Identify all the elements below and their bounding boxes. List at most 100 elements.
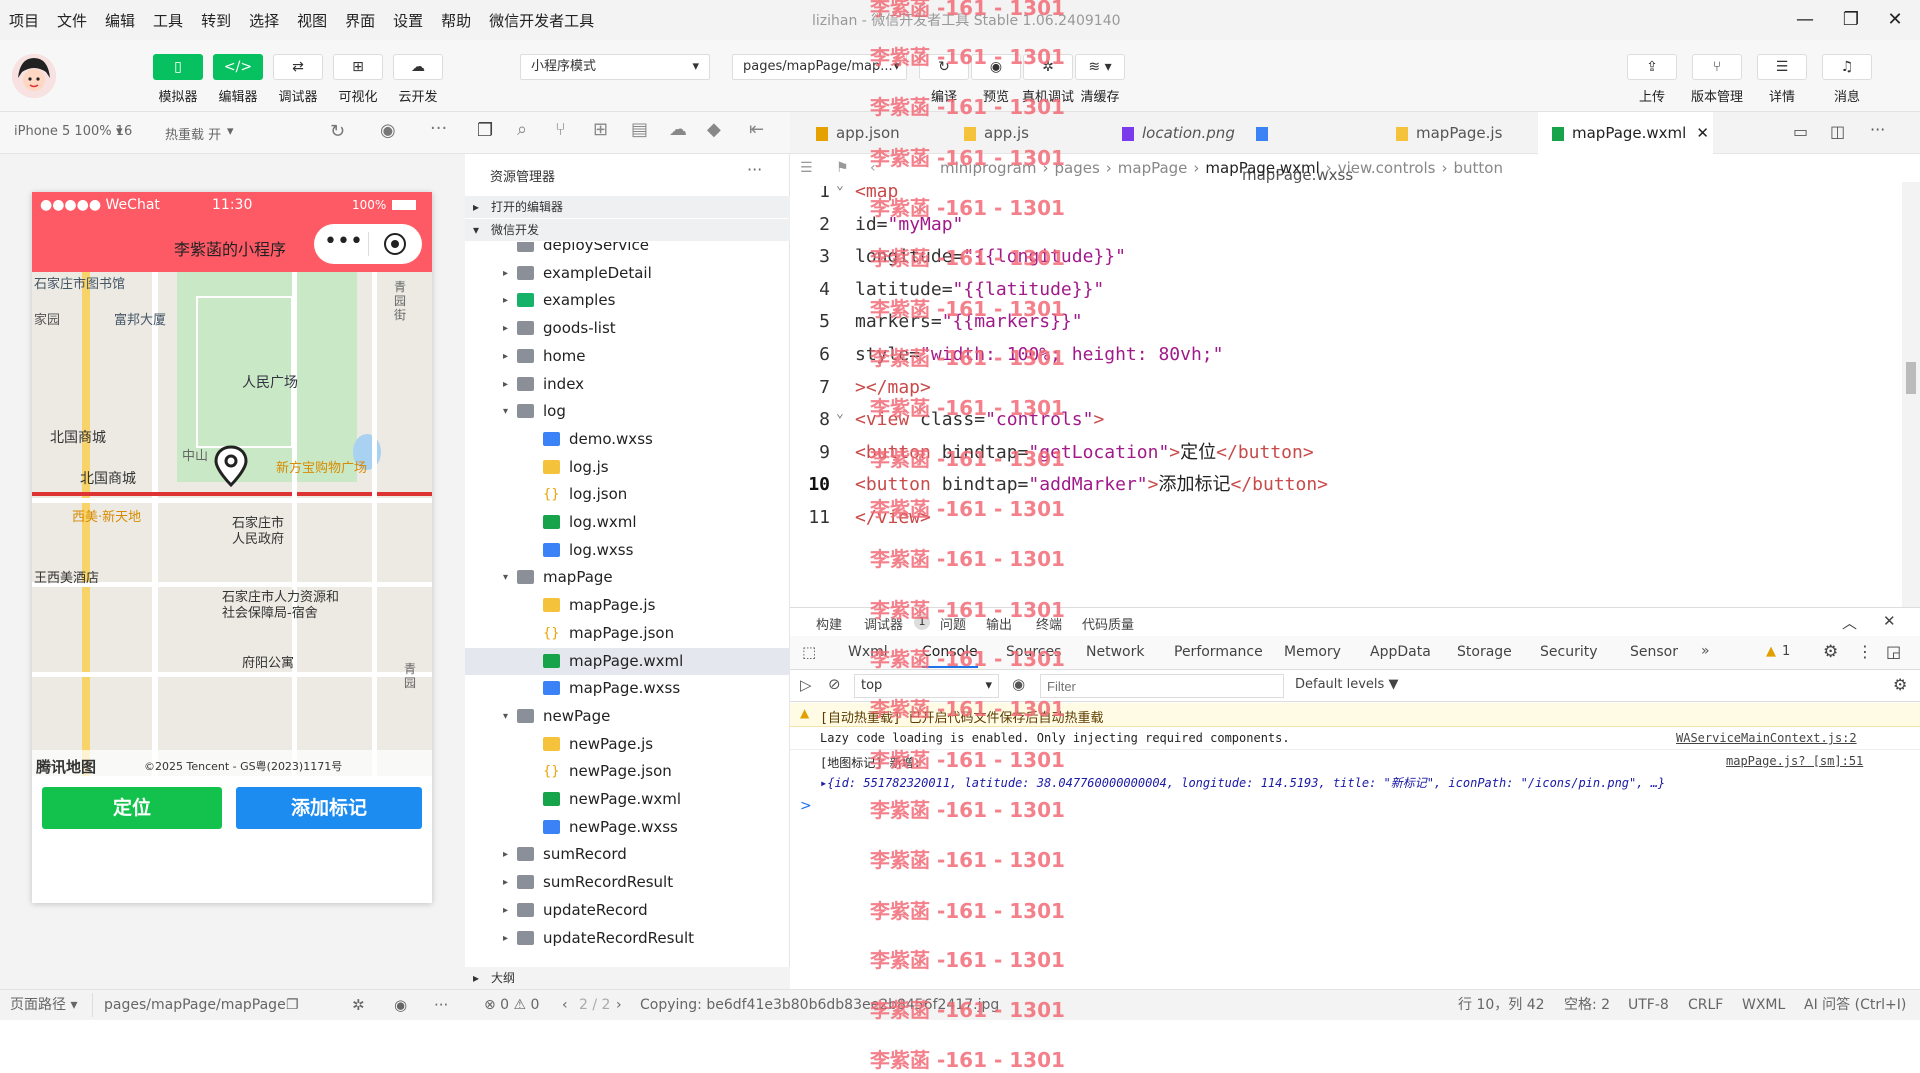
tree-item-newPage[interactable]: ▾ newPage bbox=[465, 703, 790, 731]
map-view[interactable]: 石家庄市图书馆 家园 富邦大厦 青园街 人民广场 北国商城 中山 北国商城 新方… bbox=[32, 272, 432, 776]
tree-item-newPage-js[interactable]: newPage.js bbox=[465, 731, 790, 759]
tree-item-examples[interactable]: ▸ examples bbox=[465, 287, 790, 315]
minimize-button[interactable]: — bbox=[1790, 6, 1820, 34]
menu-item[interactable]: 编辑 bbox=[96, 10, 144, 31]
extensions-icon[interactable]: ⊞ bbox=[593, 119, 608, 140]
open-editors-section[interactable]: ▸ 打开的编辑器 bbox=[465, 196, 790, 218]
toolbar-branch-button[interactable]: ⑂ 版本管理 bbox=[1687, 54, 1747, 105]
stop-icon[interactable]: ◉ bbox=[380, 120, 396, 141]
list-icon[interactable]: ☰ bbox=[800, 154, 813, 182]
menu-item[interactable]: 微信开发者工具 bbox=[480, 10, 603, 31]
eye-icon[interactable]: ◉ bbox=[1012, 675, 1025, 693]
tree-arrow-icon[interactable]: ▸ bbox=[503, 841, 508, 868]
breadcrumb-item[interactable]: button bbox=[1454, 159, 1503, 177]
capsule-menu[interactable]: ••• bbox=[314, 224, 422, 264]
copy-icon[interactable]: ❐ bbox=[286, 990, 299, 1021]
console-object[interactable]: ▸{id: 551782320011, latitude: 38.0477600… bbox=[820, 774, 1910, 794]
tree-item-deployService[interactable]: deployService bbox=[465, 242, 790, 260]
tree-arrow-icon[interactable]: ▸ bbox=[503, 925, 508, 950]
page-path-label[interactable]: 页面路径 ▾ bbox=[10, 990, 77, 1021]
mode-select[interactable]: 小程序模式 ▾ bbox=[520, 54, 710, 80]
breadcrumb-item[interactable]: mapPage bbox=[1118, 159, 1188, 177]
eol[interactable]: CRLF bbox=[1688, 990, 1723, 1021]
tree-item-sumRecordResult[interactable]: ▸ sumRecordResult bbox=[465, 869, 790, 897]
devtools-settings-icon[interactable]: ⚙ bbox=[1823, 642, 1838, 662]
tree-item-log-js[interactable]: log.js bbox=[465, 454, 790, 482]
device-select[interactable]: iPhone 5 100% 16 bbox=[14, 124, 132, 139]
tree-item-home[interactable]: ▸ home bbox=[465, 343, 790, 371]
menu-item[interactable]: 视图 bbox=[288, 10, 336, 31]
statusbar-more-icon[interactable]: ··· bbox=[434, 990, 448, 1021]
language-mode[interactable]: WXML bbox=[1742, 990, 1785, 1021]
devtools-tab-sensor[interactable]: Sensor bbox=[1630, 644, 1678, 660]
files-icon[interactable]: ❐ bbox=[477, 120, 493, 141]
chat-icon[interactable]: ▭ bbox=[1793, 122, 1808, 141]
tree-arrow-icon[interactable]: ▾ bbox=[503, 564, 508, 591]
devtools-tab-performance[interactable]: Performance bbox=[1174, 644, 1263, 660]
tree-arrow-icon[interactable]: ▸ bbox=[503, 371, 508, 398]
sidebar-toggle-icon[interactable]: ▷ bbox=[800, 676, 812, 694]
editor-more-icon[interactable]: ··· bbox=[1870, 120, 1885, 139]
collapse-icon[interactable]: ⇤ bbox=[749, 119, 764, 140]
source-link[interactable]: mapPage.js? [sm]:51 bbox=[1726, 754, 1863, 768]
tree-arrow-icon[interactable]: ▾ bbox=[503, 703, 508, 730]
error-counts[interactable]: ⊗ 0 ⚠ 0 bbox=[484, 990, 539, 1021]
toolbar-upload-button[interactable]: ⇪ 上传 bbox=[1622, 54, 1682, 105]
project-section[interactable]: ▾ 微信开发 bbox=[465, 219, 790, 241]
bookmark-icon[interactable]: ⚑ bbox=[836, 154, 849, 182]
console-prompt[interactable]: > bbox=[800, 798, 812, 814]
locate-button[interactable]: 定位 bbox=[42, 787, 222, 829]
tree-item-log-wxss[interactable]: log.wxss bbox=[465, 537, 790, 565]
tree-arrow-icon[interactable]: ▸ bbox=[503, 315, 508, 342]
fold-icon[interactable]: ⌄ bbox=[836, 394, 844, 434]
more-tabs[interactable]: » bbox=[1701, 643, 1710, 659]
tree-item-exampleDetail[interactable]: ▸ exampleDetail bbox=[465, 260, 790, 288]
preview-eye-icon[interactable]: ◉ bbox=[394, 990, 407, 1021]
maximize-button[interactable]: ❐ bbox=[1836, 6, 1866, 34]
tab-close-icon[interactable]: ✕ bbox=[1696, 124, 1709, 142]
hot-reload-toggle[interactable]: 热重载 开 bbox=[165, 124, 221, 143]
breadcrumb-item[interactable]: mapPage.wxml bbox=[1205, 159, 1319, 177]
map-pin-icon[interactable] bbox=[214, 445, 248, 488]
breadcrumb-item[interactable]: view.controls bbox=[1338, 159, 1436, 177]
menu-item[interactable]: 设置 bbox=[384, 10, 432, 31]
storage-icon[interactable]: ▤ bbox=[631, 119, 648, 140]
devtools-more-icon[interactable]: ⋮ bbox=[1857, 642, 1873, 661]
tree-arrow-icon[interactable]: ▸ bbox=[503, 897, 508, 924]
menu-item[interactable]: 工具 bbox=[144, 10, 192, 31]
toolbar-debug-button[interactable]: ⇄ 调试器 bbox=[268, 54, 328, 105]
devtools-tab-storage[interactable]: Storage bbox=[1457, 644, 1512, 660]
toolbar-phone-button[interactable]: ▯ 模拟器 bbox=[148, 54, 208, 105]
editor-tab-location-png[interactable]: location.png bbox=[1108, 112, 1253, 154]
cube-icon[interactable]: ◆ bbox=[707, 119, 721, 140]
search-icon[interactable]: ⌕ bbox=[517, 119, 527, 140]
tree-item-mapPage-wxml[interactable]: mapPage.wxml bbox=[465, 647, 790, 675]
tree-arrow-icon[interactable]: ▸ bbox=[503, 869, 508, 896]
devtools-tab-security[interactable]: Security bbox=[1540, 644, 1598, 660]
more-icon[interactable]: ··· bbox=[430, 118, 447, 139]
close-capsule-icon[interactable] bbox=[384, 233, 406, 255]
add-marker-button[interactable]: 添加标记 bbox=[236, 787, 422, 829]
bug-icon[interactable]: ✲ bbox=[352, 990, 365, 1021]
tree-arrow-icon[interactable]: ▸ bbox=[503, 343, 508, 370]
tree-item-updateRecord[interactable]: ▸ updateRecord bbox=[465, 897, 790, 925]
outline-section[interactable]: ▸ 大纲 bbox=[465, 967, 790, 989]
rotate-icon[interactable]: ↻ bbox=[330, 121, 345, 142]
panel-collapse-icon[interactable]: ︿ bbox=[1842, 612, 1857, 633]
indent[interactable]: 空格: 2 bbox=[1564, 990, 1610, 1021]
panel-tab[interactable]: 代码质量 bbox=[1082, 614, 1134, 633]
encoding[interactable]: UTF-8 bbox=[1628, 990, 1669, 1021]
prev-icon[interactable]: ‹ bbox=[562, 990, 568, 1021]
tree-item-mapPage-js[interactable]: mapPage.js bbox=[465, 592, 790, 620]
fold-icon[interactable]: ⌄ bbox=[836, 186, 844, 206]
avatar[interactable] bbox=[12, 54, 56, 98]
tree-item-mapPage[interactable]: ▾ mapPage bbox=[465, 564, 790, 592]
menu-item[interactable]: 选择 bbox=[240, 10, 288, 31]
dock-icon[interactable]: ◲ bbox=[1886, 642, 1901, 661]
devtools-tab-appdata[interactable]: AppData bbox=[1370, 644, 1431, 660]
toolbar-layers-button[interactable]: ≋ ▾ 清缓存 bbox=[1070, 54, 1130, 105]
inspect-icon[interactable]: ⬚ bbox=[802, 643, 816, 661]
menu-item[interactable]: 文件 bbox=[48, 10, 96, 31]
tree-item-goods-list[interactable]: ▸ goods-list bbox=[465, 315, 790, 343]
tree-item-newPage-wxss[interactable]: newPage.wxss bbox=[465, 814, 790, 842]
